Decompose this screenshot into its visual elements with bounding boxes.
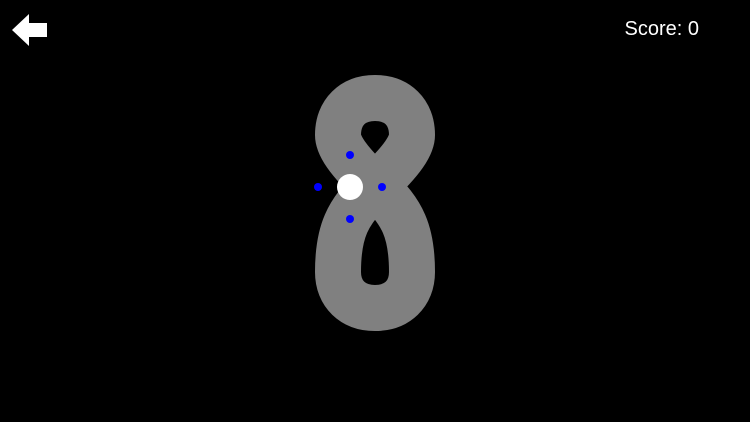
direction-marker-left — [314, 183, 322, 191]
player-ball[interactable] — [337, 174, 363, 200]
direction-marker-down — [346, 215, 354, 223]
game-board[interactable] — [0, 0, 750, 422]
direction-marker-up — [346, 151, 354, 159]
game-stage: Score: 0 — [0, 0, 750, 422]
figure-eight-track — [315, 75, 435, 331]
direction-marker-right — [378, 183, 386, 191]
